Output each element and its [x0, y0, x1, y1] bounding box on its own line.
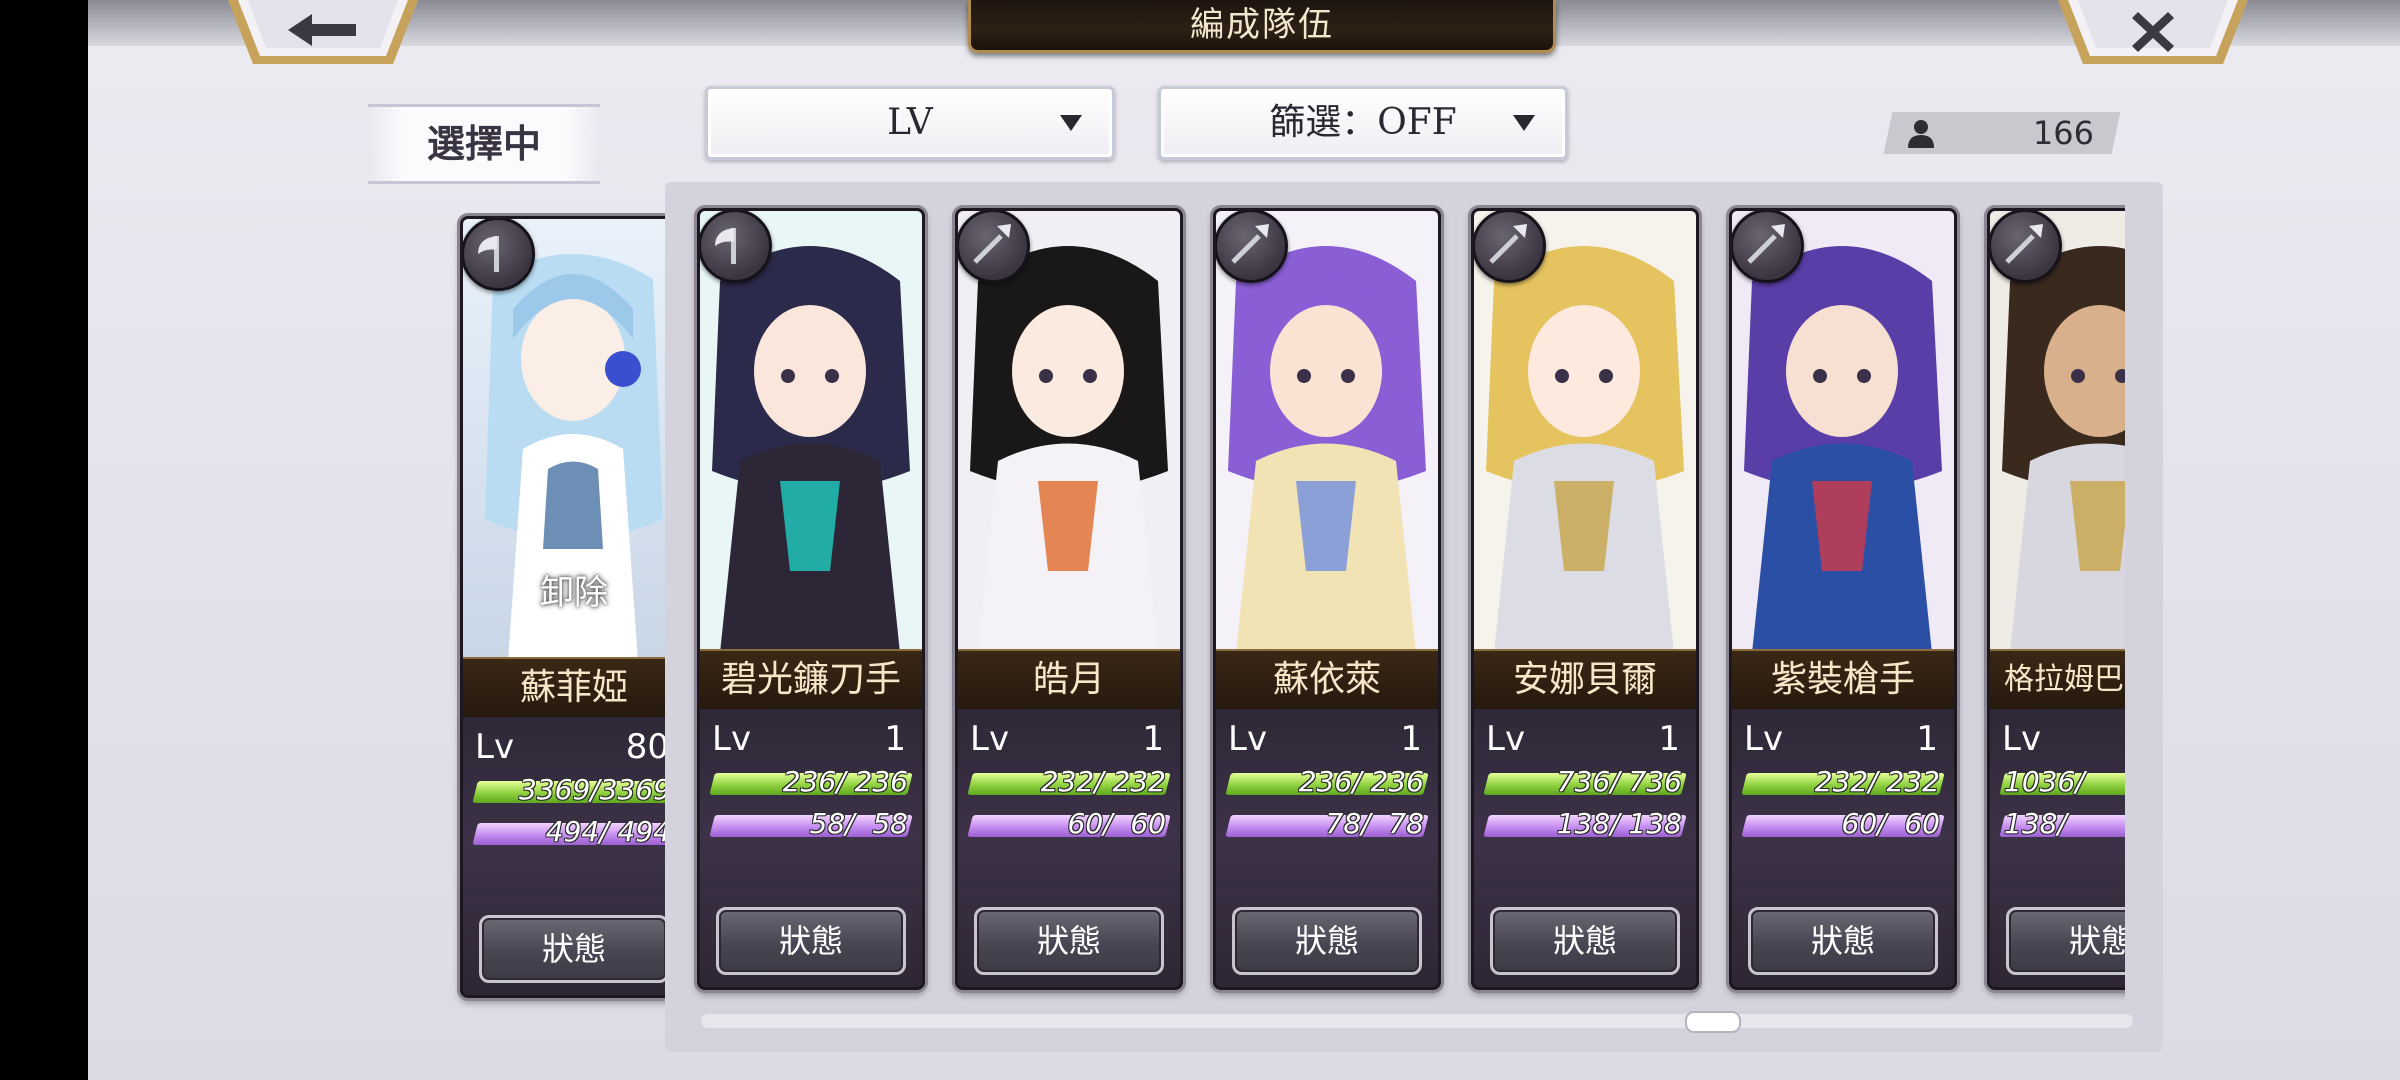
mp-value: 138/: [2004, 807, 2067, 840]
roster-list[interactable]: 碧光鐮刀手 Lv 1 236/ 236 58/ 58 狀態 皓月 Lv 1 23…: [685, 202, 2125, 1002]
roster-card[interactable]: 蘇依萊 Lv 1 236/ 236 78/ 78 狀態: [1213, 208, 1441, 990]
level-row: Lv 1: [1744, 719, 1942, 763]
roster-card[interactable]: 紫裝槍手 Lv 1 232/ 232 60/ 60 狀態: [1729, 208, 1957, 990]
screen-title: 編成隊伍: [968, 0, 1556, 53]
roster-card[interactable]: 格拉姆巴 Lv 1036/ 138/ 狀態: [1987, 208, 2125, 990]
level-label: Lv: [475, 727, 515, 767]
character-stats: Lv 1 232/ 232 60/ 60 狀態: [1732, 709, 1954, 987]
selected-character-card[interactable]: 卸除 蘇菲婭 Lv 80 3369/3369 494/ 494 狀態: [460, 216, 688, 998]
level-label: Lv: [970, 719, 1010, 759]
character-name: 碧光鐮刀手: [700, 649, 922, 711]
character-stats: Lv 1 736/ 736 138/ 138 狀態: [1474, 709, 1696, 987]
roster-card[interactable]: 皓月 Lv 1 232/ 232 60/ 60 狀態: [955, 208, 1183, 990]
selected-label: 選擇中: [368, 104, 600, 184]
character-name: 蘇菲婭: [463, 657, 685, 719]
team-formation-screen: 編成隊伍 選擇中 LV 篩選：OFF 166 卸除 蘇菲婭 Lv 80 3369…: [88, 0, 2400, 1080]
roster-panel[interactable]: 碧光鐮刀手 Lv 1 236/ 236 58/ 58 狀態 皓月 Lv 1 23…: [665, 182, 2163, 1052]
member-count-badge: 166: [1883, 112, 2121, 154]
character-name: 紫裝槍手: [1732, 649, 1954, 711]
level-value: 80: [625, 727, 669, 767]
hp-value: 736/ 736: [1556, 765, 1682, 798]
level-value: 1: [1142, 719, 1164, 759]
character-name: 格拉姆巴: [1990, 649, 2125, 711]
hp-value: 232/ 232: [1814, 765, 1940, 798]
level-label: Lv: [1228, 719, 1268, 759]
mp-value: 78/ 78: [1325, 807, 1425, 840]
person-icon: [1908, 120, 1934, 148]
filter-value: 篩選：OFF: [1269, 102, 1457, 143]
hp-value: 232/ 232: [1040, 765, 1166, 798]
member-count: 166: [2032, 114, 2094, 152]
level-row: Lv 1: [1228, 719, 1426, 763]
level-value: 1: [1658, 719, 1680, 759]
axe-icon: [700, 211, 772, 283]
close-icon: [2132, 12, 2174, 52]
level-label: Lv: [1486, 719, 1526, 759]
spear-icon: [1990, 211, 2062, 283]
axe-icon: [463, 219, 535, 291]
sort-value: LV: [887, 102, 933, 143]
level-value: 1: [884, 719, 906, 759]
roster-scrollbar[interactable]: [701, 1011, 2133, 1033]
mp-value: 138/ 138: [1556, 807, 1682, 840]
character-stats: Lv 1 236/ 236 78/ 78 狀態: [1216, 709, 1438, 987]
character-stats: Lv 1 236/ 236 58/ 58 狀態: [700, 709, 922, 987]
status-button[interactable]: 狀態: [2006, 907, 2125, 975]
level-row: Lv 1: [970, 719, 1168, 763]
roster-card[interactable]: 安娜貝爾 Lv 1 736/ 736 138/ 138 狀態: [1471, 208, 1699, 990]
scrollbar-thumb[interactable]: [1685, 1011, 1741, 1033]
spear-icon: [1474, 211, 1546, 283]
arrow-left-icon: [288, 14, 356, 46]
dropdown-arrow-icon: [1060, 115, 1082, 131]
spear-icon: [958, 211, 1030, 283]
level-label: Lv: [2002, 719, 2042, 759]
character-name: 蘇依萊: [1216, 649, 1438, 711]
hp-value: 236/ 236: [1298, 765, 1424, 798]
character-stats: Lv 1036/ 138/ 狀態: [1990, 709, 2125, 987]
hp-value: 3369/3369: [519, 773, 671, 806]
level-row: Lv: [2002, 719, 2125, 763]
status-button[interactable]: 狀態: [974, 907, 1164, 975]
level-label: Lv: [1744, 719, 1784, 759]
character-stats: Lv 80 3369/3369 494/ 494 狀態: [463, 717, 685, 995]
mp-value: 494/ 494: [545, 815, 671, 848]
level-row: Lv 1: [1486, 719, 1684, 763]
status-button[interactable]: 狀態: [1748, 907, 1938, 975]
back-button[interactable]: [228, 0, 418, 64]
status-button[interactable]: 狀態: [1232, 907, 1422, 975]
level-label: Lv: [712, 719, 752, 759]
mp-value: 58/ 58: [809, 807, 909, 840]
dropdown-arrow-icon: [1513, 115, 1535, 131]
status-button[interactable]: 狀態: [479, 915, 669, 983]
status-button[interactable]: 狀態: [1490, 907, 1680, 975]
sort-dropdown[interactable]: LV: [705, 86, 1115, 160]
spear-icon: [1732, 211, 1804, 283]
close-button[interactable]: [2058, 0, 2248, 64]
filter-dropdown[interactable]: 篩選：OFF: [1158, 86, 1568, 160]
roster-card[interactable]: 碧光鐮刀手 Lv 1 236/ 236 58/ 58 狀態: [697, 208, 925, 990]
hp-value: 1036/: [2004, 765, 2085, 798]
level-value: 1: [1916, 719, 1938, 759]
status-button[interactable]: 狀態: [716, 907, 906, 975]
character-stats: Lv 1 232/ 232 60/ 60 狀態: [958, 709, 1180, 987]
character-name: 皓月: [958, 649, 1180, 711]
mp-value: 60/ 60: [1067, 807, 1167, 840]
level-row: Lv 1: [712, 719, 910, 763]
character-name: 安娜貝爾: [1474, 649, 1696, 711]
mp-value: 60/ 60: [1841, 807, 1941, 840]
level-value: 1: [1400, 719, 1422, 759]
unequip-label: 卸除: [540, 573, 608, 613]
hp-value: 236/ 236: [782, 765, 908, 798]
spear-icon: [1216, 211, 1288, 283]
level-row: Lv 80: [475, 727, 673, 771]
